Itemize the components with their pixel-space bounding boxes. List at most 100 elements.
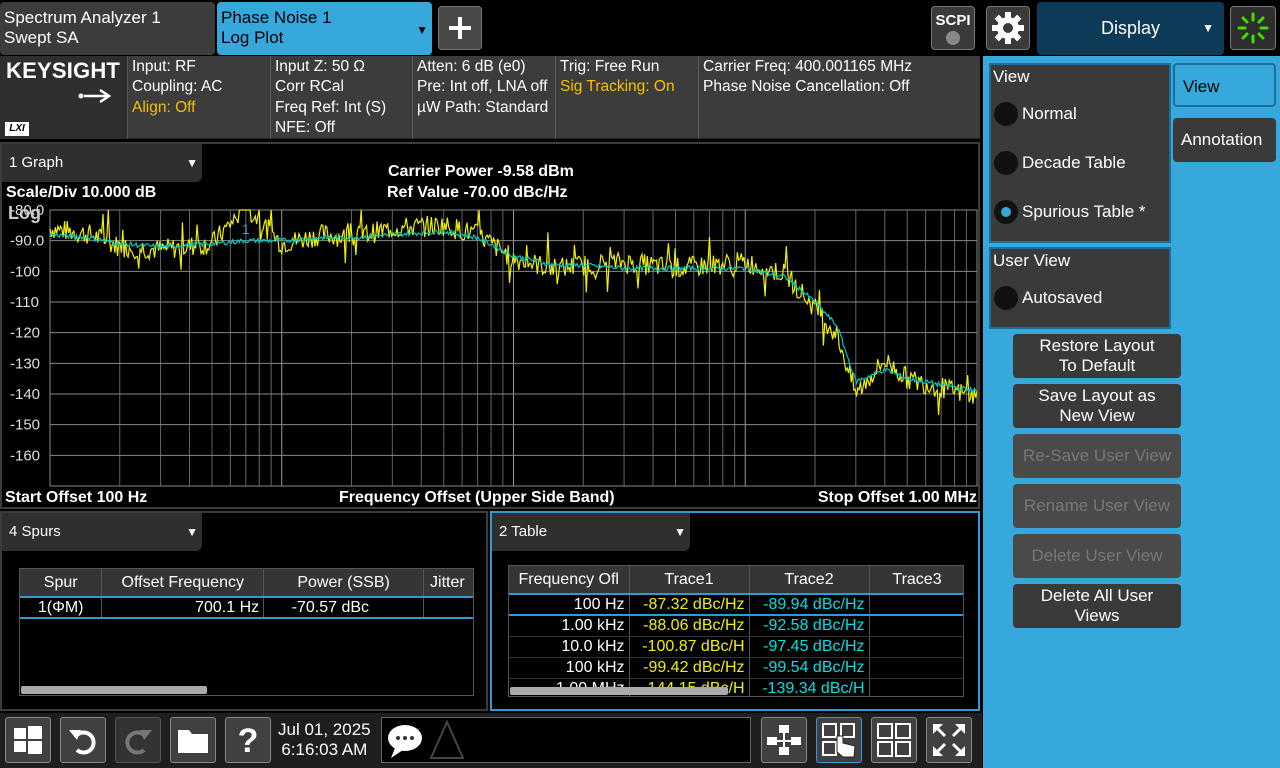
table-header-row: Spur Offset Frequency Power (SSB) Jitter: [20, 569, 473, 597]
table-cell: -89.94 dBc/Hz: [749, 593, 870, 616]
atten-text: Atten: 6 dB (e0): [417, 58, 526, 75]
tab-spectrum-analyzer[interactable]: Spectrum Analyzer 1 Swept SA: [0, 2, 215, 55]
lxi-logo: LXI: [5, 122, 29, 136]
status-info-bar: KEYSIGHT LXI Input: RF Coupling: AC Alig…: [0, 56, 980, 139]
table-cell: [869, 657, 963, 679]
ref-value-label: Ref Value -70.00 dBc/Hz: [387, 184, 568, 201]
spurs-table[interactable]: Spur Offset Frequency Power (SSB) Jitter…: [19, 568, 474, 696]
info-atten[interactable]: Atten: 6 dB (e0) Pre: Int off, LNA off µ…: [412, 56, 552, 139]
preamp-text: Pre: Int off, LNA off: [417, 78, 548, 96]
settings-button[interactable]: [986, 6, 1030, 50]
message-area[interactable]: [381, 717, 751, 763]
coupling-text: Coupling: AC: [132, 78, 223, 96]
radio-autosaved[interactable]: Autosaved: [994, 286, 1102, 310]
info-impedance[interactable]: Input Z: 50 Ω Corr RCal Freq Ref: Int (S…: [270, 56, 390, 139]
table-window[interactable]: 2 Table ▼ Frequency Ofl Trace1 Trace2 Tr…: [490, 511, 980, 711]
table-cell: -97.45 dBc/Hz: [749, 636, 870, 658]
sig-tracking-text: Sig Tracking: On: [560, 78, 675, 96]
plot-grid: [49, 209, 978, 487]
taskbar: ? Jul 01, 2025 6:16:03 AM: [0, 713, 982, 768]
menu-tab-annotation[interactable]: Annotation: [1173, 118, 1276, 162]
view-group-title: View: [993, 67, 1030, 86]
plus-icon: [449, 17, 471, 39]
column-header[interactable]: Trace2: [749, 566, 870, 594]
column-header[interactable]: Jitter: [423, 569, 473, 597]
time-text: 6:16:03 AM: [281, 740, 368, 759]
y-tick-label: -140: [10, 386, 40, 403]
date-time: Jul 01, 2025 6:16:03 AM: [278, 720, 371, 760]
warning-triangle-icon: [429, 719, 465, 759]
column-header[interactable]: Trace1: [629, 566, 750, 594]
spurs-window[interactable]: 4 Spurs ▼ Spur Offset Frequency Power (S…: [0, 511, 488, 711]
column-header[interactable]: Frequency Ofl: [509, 566, 630, 594]
display-menu-button[interactable]: Display ▼: [1037, 2, 1224, 55]
column-header[interactable]: Power (SSB): [263, 569, 425, 597]
table-selector-dropdown[interactable]: 2 Table ▼: [492, 513, 690, 551]
button-label: Save Layout as New View: [1038, 386, 1156, 425]
table-cell: -88.06 dBc/Hz: [629, 615, 750, 637]
table-cell: [869, 636, 963, 658]
radio-normal[interactable]: Normal: [994, 102, 1077, 126]
table-cell: [869, 678, 963, 696]
table-cell: [869, 593, 963, 616]
column-header[interactable]: Trace3: [869, 566, 963, 594]
y-tick-label: -130: [10, 355, 40, 372]
align-text: Align: Off: [132, 98, 196, 116]
tab-title: Phase Noise 1: [221, 8, 332, 27]
table-row[interactable]: 100 Hz -87.32 dBc/Hz -89.94 dBc/Hz: [509, 593, 963, 616]
multi-screen-icon: [767, 725, 801, 755]
table-row[interactable]: 100 kHz -99.42 dBc/Hz -99.54 dBc/Hz: [509, 657, 963, 679]
windows-button[interactable]: [5, 717, 51, 763]
redo-button[interactable]: [115, 717, 161, 763]
info-input[interactable]: Input: RF Coupling: AC Align: Off: [127, 56, 226, 139]
view-group: View Normal Decade Table Spurious Table …: [989, 63, 1171, 243]
display-label: Display: [1100, 18, 1161, 38]
rename-user-view-button[interactable]: Rename User View: [1013, 484, 1181, 528]
menu-tab-view[interactable]: View: [1173, 63, 1276, 107]
file-button[interactable]: [170, 717, 216, 763]
table-row[interactable]: 1.00 kHz -88.06 dBc/Hz -92.58 dBc/Hz: [509, 615, 963, 637]
trig-text: Trig: Free Run: [560, 58, 660, 75]
radio-spurious-table[interactable]: Spurious Table *: [994, 200, 1146, 224]
tab-subtitle: Swept SA: [4, 28, 79, 47]
tab-phase-noise[interactable]: Phase Noise 1 Log Plot ▼: [217, 2, 432, 55]
pn-cancellation-text: Phase Noise Cancellation: Off: [703, 78, 910, 96]
radio-label: Autosaved: [1022, 288, 1103, 307]
table-row[interactable]: 1(ΦM) 700.1 Hz -70.57 dBc: [20, 596, 473, 619]
svg-text:?: ?: [238, 723, 259, 757]
brand-name: KEYSIGHT: [6, 58, 121, 83]
radio-label: Normal: [1022, 104, 1077, 123]
carrier-freq-text: Carrier Freq: 400.001165 MHz: [703, 58, 913, 75]
delete-all-user-views-button[interactable]: Delete All User Views: [1013, 584, 1181, 628]
nfe-text: NFE: Off: [275, 118, 336, 136]
multi-screen-button[interactable]: [761, 717, 807, 763]
table-cell: -99.42 dBc/Hz: [629, 657, 750, 679]
table-cell: 1.00 kHz: [509, 615, 630, 637]
info-carrier[interactable]: Carrier Freq: 400.001165 MHz Phase Noise…: [698, 56, 980, 139]
resave-user-view-button[interactable]: Re-Save User View: [1013, 434, 1181, 478]
arrow-right-icon: [78, 88, 112, 104]
column-header[interactable]: Offset Frequency: [101, 569, 265, 597]
graph-window[interactable]: -80.0 -90.0 -100 -110 -120 -130 -140 -150 -160 1…: [0, 142, 980, 509]
info-trigger[interactable]: Trig: Free Run Sig Tracking: On: [555, 56, 679, 139]
spurs-selector-dropdown[interactable]: 4 Spurs ▼: [2, 513, 202, 551]
undo-button[interactable]: [60, 717, 106, 763]
help-button[interactable]: ?: [225, 717, 271, 763]
horizontal-scrollbar[interactable]: [510, 687, 728, 695]
table-row[interactable]: 10.0 kHz -100.87 dBc/H -97.45 dBc/Hz: [509, 636, 963, 658]
graph-selector-dropdown[interactable]: 1 Graph ▼: [2, 144, 202, 182]
save-layout-button[interactable]: Save Layout as New View: [1013, 384, 1181, 428]
delete-user-view-button[interactable]: Delete User View: [1013, 534, 1181, 578]
restore-layout-button[interactable]: Restore Layout To Default: [1013, 334, 1181, 378]
touch-mode-button[interactable]: [816, 717, 862, 763]
scpi-button[interactable]: SCPI: [931, 6, 975, 50]
radio-decade-table[interactable]: Decade Table: [994, 151, 1126, 175]
column-header[interactable]: Spur: [20, 569, 103, 597]
table-cell: -100.87 dBc/H: [629, 636, 750, 658]
add-screen-button[interactable]: [438, 6, 482, 50]
decade-table[interactable]: Frequency Ofl Trace1 Trace2 Trace3 100 H…: [508, 565, 964, 697]
horizontal-scrollbar[interactable]: [21, 686, 207, 694]
fullscreen-button[interactable]: [926, 717, 972, 763]
layout-grid-button[interactable]: [871, 717, 917, 763]
radio-label: Decade Table: [1022, 153, 1126, 172]
